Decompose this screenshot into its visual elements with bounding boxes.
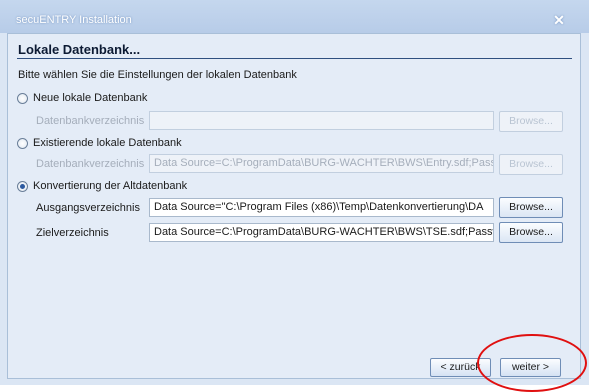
new-db-browse-button[interactable]: Browse... bbox=[499, 111, 563, 132]
target-directory-input[interactable]: Data Source=C:\ProgramData\BURG-WACHTER\… bbox=[149, 223, 494, 242]
radio-new-database[interactable]: Neue lokale Datenbank bbox=[17, 92, 147, 104]
page-title: Lokale Datenbank... bbox=[18, 42, 141, 57]
source-directory-label: Ausgangsverzeichnis bbox=[36, 202, 140, 214]
close-icon[interactable]: ✕ bbox=[550, 12, 568, 28]
target-directory-label: Zielverzeichnis bbox=[36, 227, 109, 239]
target-browse-button[interactable]: Browse... bbox=[499, 222, 563, 243]
radio-existing-database[interactable]: Existierende lokale Datenbank bbox=[17, 137, 182, 149]
radio-button[interactable] bbox=[17, 92, 28, 104]
radio-label: Neue lokale Datenbank bbox=[33, 92, 148, 104]
radio-label: Existierende lokale Datenbank bbox=[33, 137, 182, 149]
radio-button[interactable] bbox=[17, 137, 28, 149]
title-divider bbox=[17, 58, 572, 59]
title-bar: secuENTRY Installation ✕ bbox=[0, 0, 589, 33]
radio-button-selected[interactable] bbox=[17, 180, 28, 192]
wizard-page: Lokale Datenbank... Bitte wählen Sie die… bbox=[7, 33, 581, 379]
source-browse-button[interactable]: Browse... bbox=[499, 197, 563, 218]
existing-db-directory-input[interactable]: Data Source=C:\ProgramData\BURG-WACHTER\… bbox=[149, 154, 494, 173]
radio-label: Konvertierung der Altdatenbank bbox=[33, 180, 188, 192]
next-button[interactable]: weiter > bbox=[500, 358, 561, 377]
back-button[interactable]: < zurück bbox=[430, 358, 491, 377]
existing-db-browse-button[interactable]: Browse... bbox=[499, 154, 563, 175]
radio-convert-legacy-database[interactable]: Konvertierung der Altdatenbank bbox=[17, 180, 187, 192]
new-db-directory-input[interactable] bbox=[149, 111, 494, 130]
window-title: secuENTRY Installation bbox=[16, 14, 132, 26]
existing-db-directory-label: Datenbankverzeichnis bbox=[36, 158, 145, 170]
installer-window: secuENTRY Installation ✕ Lokale Datenban… bbox=[0, 0, 589, 392]
new-db-directory-label: Datenbankverzeichnis bbox=[36, 115, 145, 127]
page-description: Bitte wählen Sie die Einstellungen der l… bbox=[18, 69, 297, 81]
source-directory-input[interactable]: Data Source="C:\Program Files (x86)\Temp… bbox=[149, 198, 494, 217]
